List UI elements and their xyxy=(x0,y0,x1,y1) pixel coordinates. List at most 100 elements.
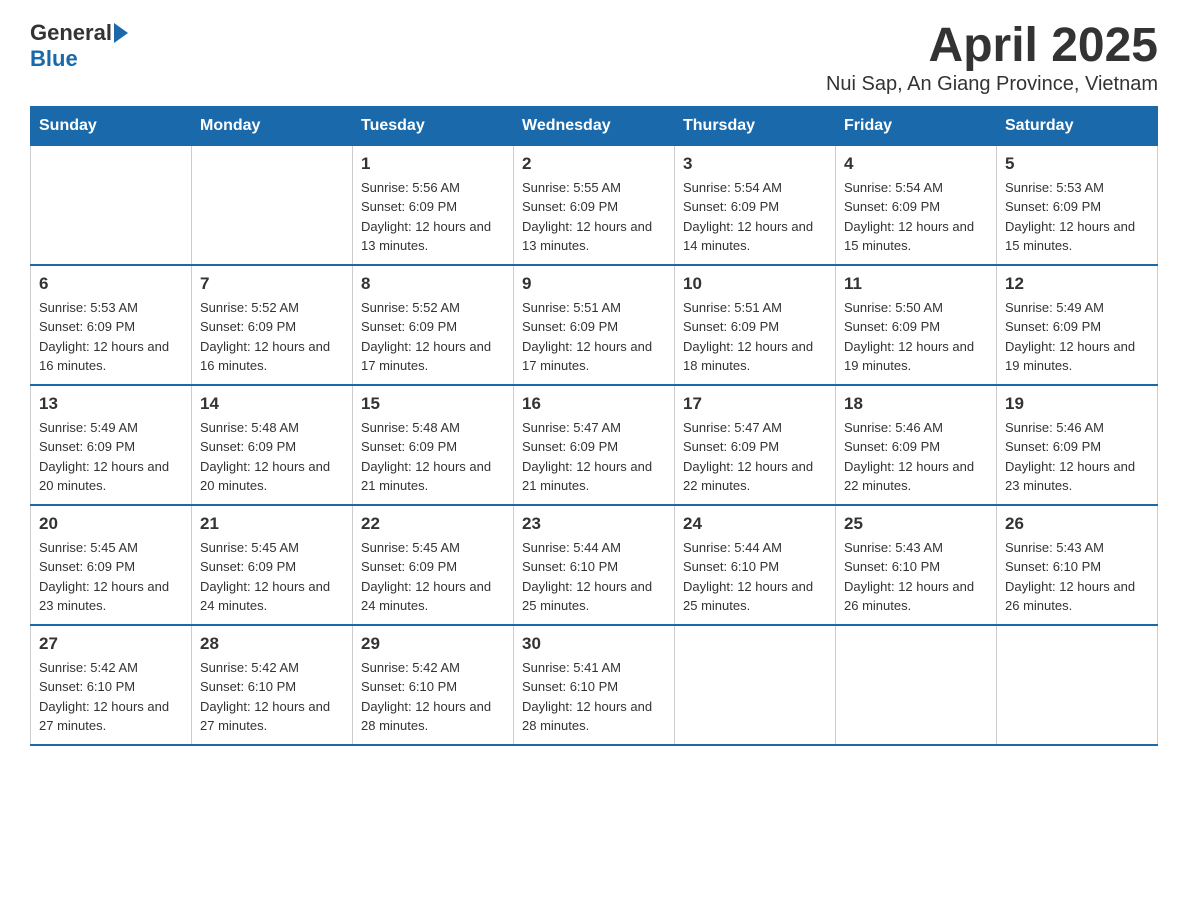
daylight-text: Daylight: 12 hours and 28 minutes. xyxy=(522,697,666,736)
day-number: 15 xyxy=(361,394,505,414)
logo-triangle-icon xyxy=(114,23,128,43)
day-number: 5 xyxy=(1005,154,1149,174)
day-info: Sunrise: 5:46 AMSunset: 6:09 PMDaylight:… xyxy=(1005,418,1149,496)
calendar-cell: 3Sunrise: 5:54 AMSunset: 6:09 PMDaylight… xyxy=(675,145,836,265)
calendar-cell: 25Sunrise: 5:43 AMSunset: 6:10 PMDayligh… xyxy=(836,505,997,625)
col-thursday: Thursday xyxy=(675,106,836,145)
sunset-text: Sunset: 6:09 PM xyxy=(200,317,344,337)
calendar-cell: 23Sunrise: 5:44 AMSunset: 6:10 PMDayligh… xyxy=(514,505,675,625)
calendar-cell xyxy=(675,625,836,745)
calendar-week-row: 1Sunrise: 5:56 AMSunset: 6:09 PMDaylight… xyxy=(31,145,1158,265)
day-number: 11 xyxy=(844,274,988,294)
sunrise-text: Sunrise: 5:47 AM xyxy=(683,418,827,438)
day-number: 18 xyxy=(844,394,988,414)
sunset-text: Sunset: 6:10 PM xyxy=(200,677,344,697)
daylight-text: Daylight: 12 hours and 26 minutes. xyxy=(1005,577,1149,616)
daylight-text: Daylight: 12 hours and 17 minutes. xyxy=(361,337,505,376)
sunrise-text: Sunrise: 5:54 AM xyxy=(844,178,988,198)
sunset-text: Sunset: 6:09 PM xyxy=(361,557,505,577)
sunrise-text: Sunrise: 5:46 AM xyxy=(844,418,988,438)
day-number: 3 xyxy=(683,154,827,174)
daylight-text: Daylight: 12 hours and 26 minutes. xyxy=(844,577,988,616)
calendar-week-row: 6 Sunrise: 5:53 AMSunset: 6:09 PMDaylight… xyxy=(31,265,1158,385)
day-info: Sunrise: 5:41 AMSunset: 6:10 PMDaylight:… xyxy=(522,658,666,736)
sunset-text: Sunset: 6:09 PM xyxy=(1005,437,1149,457)
sunrise-text: Sunrise: 5:48 AM xyxy=(361,418,505,438)
day-number: 24 xyxy=(683,514,827,534)
day-info: Sunrise: 5:47 AMSunset: 6:09 PMDaylight:… xyxy=(683,418,827,496)
calendar-cell: 20Sunrise: 5:45 AMSunset: 6:09 PMDayligh… xyxy=(31,505,192,625)
calendar-cell: 17 Sunrise: 5:47 AMSunset: 6:09 PMDayligh… xyxy=(675,385,836,505)
daylight-text: Daylight: 12 hours and 20 minutes. xyxy=(200,457,344,496)
sunrise-text: Sunrise: 5:48 AM xyxy=(200,418,344,438)
day-info: Sunrise: 5:43 AMSunset: 6:10 PMDaylight:… xyxy=(844,538,988,616)
day-number: 19 xyxy=(1005,394,1149,414)
sunrise-text: Sunrise: 5:45 AM xyxy=(39,538,183,558)
daylight-text: Daylight: 12 hours and 27 minutes. xyxy=(200,697,344,736)
day-info: Sunrise: 5:53 AMSunset: 6:09 PMDaylight:… xyxy=(39,298,183,376)
calendar-cell xyxy=(31,145,192,265)
day-number: 17 xyxy=(683,394,827,414)
calendar-cell: 1Sunrise: 5:56 AMSunset: 6:09 PMDaylight… xyxy=(353,145,514,265)
sunrise-text: Sunrise: 5:45 AM xyxy=(200,538,344,558)
sunset-text: Sunset: 6:09 PM xyxy=(361,197,505,217)
sunrise-text: Sunrise: 5:50 AM xyxy=(844,298,988,318)
calendar-cell xyxy=(192,145,353,265)
sunrise-text: Sunrise: 5:43 AM xyxy=(1005,538,1149,558)
sunset-text: Sunset: 6:09 PM xyxy=(1005,197,1149,217)
day-info: Sunrise: 5:48 AMSunset: 6:09 PMDaylight:… xyxy=(361,418,505,496)
page-title: April 2025 xyxy=(826,20,1158,73)
sunset-text: Sunset: 6:09 PM xyxy=(200,557,344,577)
daylight-text: Daylight: 12 hours and 16 minutes. xyxy=(200,337,344,376)
day-info: Sunrise: 5:44 AMSunset: 6:10 PMDaylight:… xyxy=(522,538,666,616)
sunset-text: Sunset: 6:09 PM xyxy=(39,437,183,457)
calendar-cell: 24Sunrise: 5:44 AMSunset: 6:10 PMDayligh… xyxy=(675,505,836,625)
sunrise-text: Sunrise: 5:47 AM xyxy=(522,418,666,438)
col-friday: Friday xyxy=(836,106,997,145)
calendar-cell: 16Sunrise: 5:47 AMSunset: 6:09 PMDayligh… xyxy=(514,385,675,505)
day-number: 28 xyxy=(200,634,344,654)
calendar-cell: 2Sunrise: 5:55 AMSunset: 6:09 PMDaylight… xyxy=(514,145,675,265)
daylight-text: Daylight: 12 hours and 15 minutes. xyxy=(844,217,988,256)
day-info: Sunrise: 5:56 AMSunset: 6:09 PMDaylight:… xyxy=(361,178,505,256)
calendar-cell: 10Sunrise: 5:51 AMSunset: 6:09 PMDayligh… xyxy=(675,265,836,385)
daylight-text: Daylight: 12 hours and 15 minutes. xyxy=(1005,217,1149,256)
daylight-text: Daylight: 12 hours and 14 minutes. xyxy=(683,217,827,256)
page-subtitle: Nui Sap, An Giang Province, Vietnam xyxy=(826,73,1158,96)
calendar-cell: 9Sunrise: 5:51 AMSunset: 6:09 PMDaylight… xyxy=(514,265,675,385)
daylight-text: Daylight: 12 hours and 23 minutes. xyxy=(1005,457,1149,496)
sunset-text: Sunset: 6:09 PM xyxy=(683,197,827,217)
daylight-text: Daylight: 12 hours and 21 minutes. xyxy=(361,457,505,496)
day-number: 2 xyxy=(522,154,666,174)
day-info: Sunrise: 5:49 AMSunset: 6:09 PMDaylight:… xyxy=(1005,298,1149,376)
sunset-text: Sunset: 6:09 PM xyxy=(361,317,505,337)
day-number: 6 xyxy=(39,274,183,294)
calendar-week-row: 13 Sunrise: 5:49 AMSunset: 6:09 PMDayligh… xyxy=(31,385,1158,505)
sunrise-text: Sunrise: 5:42 AM xyxy=(39,658,183,678)
day-number: 29 xyxy=(361,634,505,654)
col-saturday: Saturday xyxy=(997,106,1158,145)
sunrise-text: Sunrise: 5:51 AM xyxy=(683,298,827,318)
sunset-text: Sunset: 6:10 PM xyxy=(844,557,988,577)
day-info: Sunrise: 5:42 AMSunset: 6:10 PMDaylight:… xyxy=(361,658,505,736)
sunset-text: Sunset: 6:10 PM xyxy=(361,677,505,697)
col-tuesday: Tuesday xyxy=(353,106,514,145)
calendar-cell: 5Sunrise: 5:53 AMSunset: 6:09 PMDaylight… xyxy=(997,145,1158,265)
day-info: Sunrise: 5:49 AMSunset: 6:09 PMDaylight:… xyxy=(39,418,183,496)
day-number: 13 xyxy=(39,394,183,414)
day-info: Sunrise: 5:48 AMSunset: 6:09 PMDaylight:… xyxy=(200,418,344,496)
page-header: General Blue April 2025 Nui Sap, An Gian… xyxy=(30,20,1158,96)
day-number: 30 xyxy=(522,634,666,654)
calendar-cell: 26Sunrise: 5:43 AMSunset: 6:10 PMDayligh… xyxy=(997,505,1158,625)
sunset-text: Sunset: 6:09 PM xyxy=(1005,317,1149,337)
daylight-text: Daylight: 12 hours and 20 minutes. xyxy=(39,457,183,496)
sunrise-text: Sunrise: 5:41 AM xyxy=(522,658,666,678)
sunset-text: Sunset: 6:09 PM xyxy=(522,197,666,217)
sunset-text: Sunset: 6:09 PM xyxy=(683,317,827,337)
sunrise-text: Sunrise: 5:44 AM xyxy=(683,538,827,558)
day-number: 12 xyxy=(1005,274,1149,294)
sunset-text: Sunset: 6:09 PM xyxy=(200,437,344,457)
day-number: 26 xyxy=(1005,514,1149,534)
day-info: Sunrise: 5:42 AMSunset: 6:10 PMDaylight:… xyxy=(200,658,344,736)
day-number: 21 xyxy=(200,514,344,534)
